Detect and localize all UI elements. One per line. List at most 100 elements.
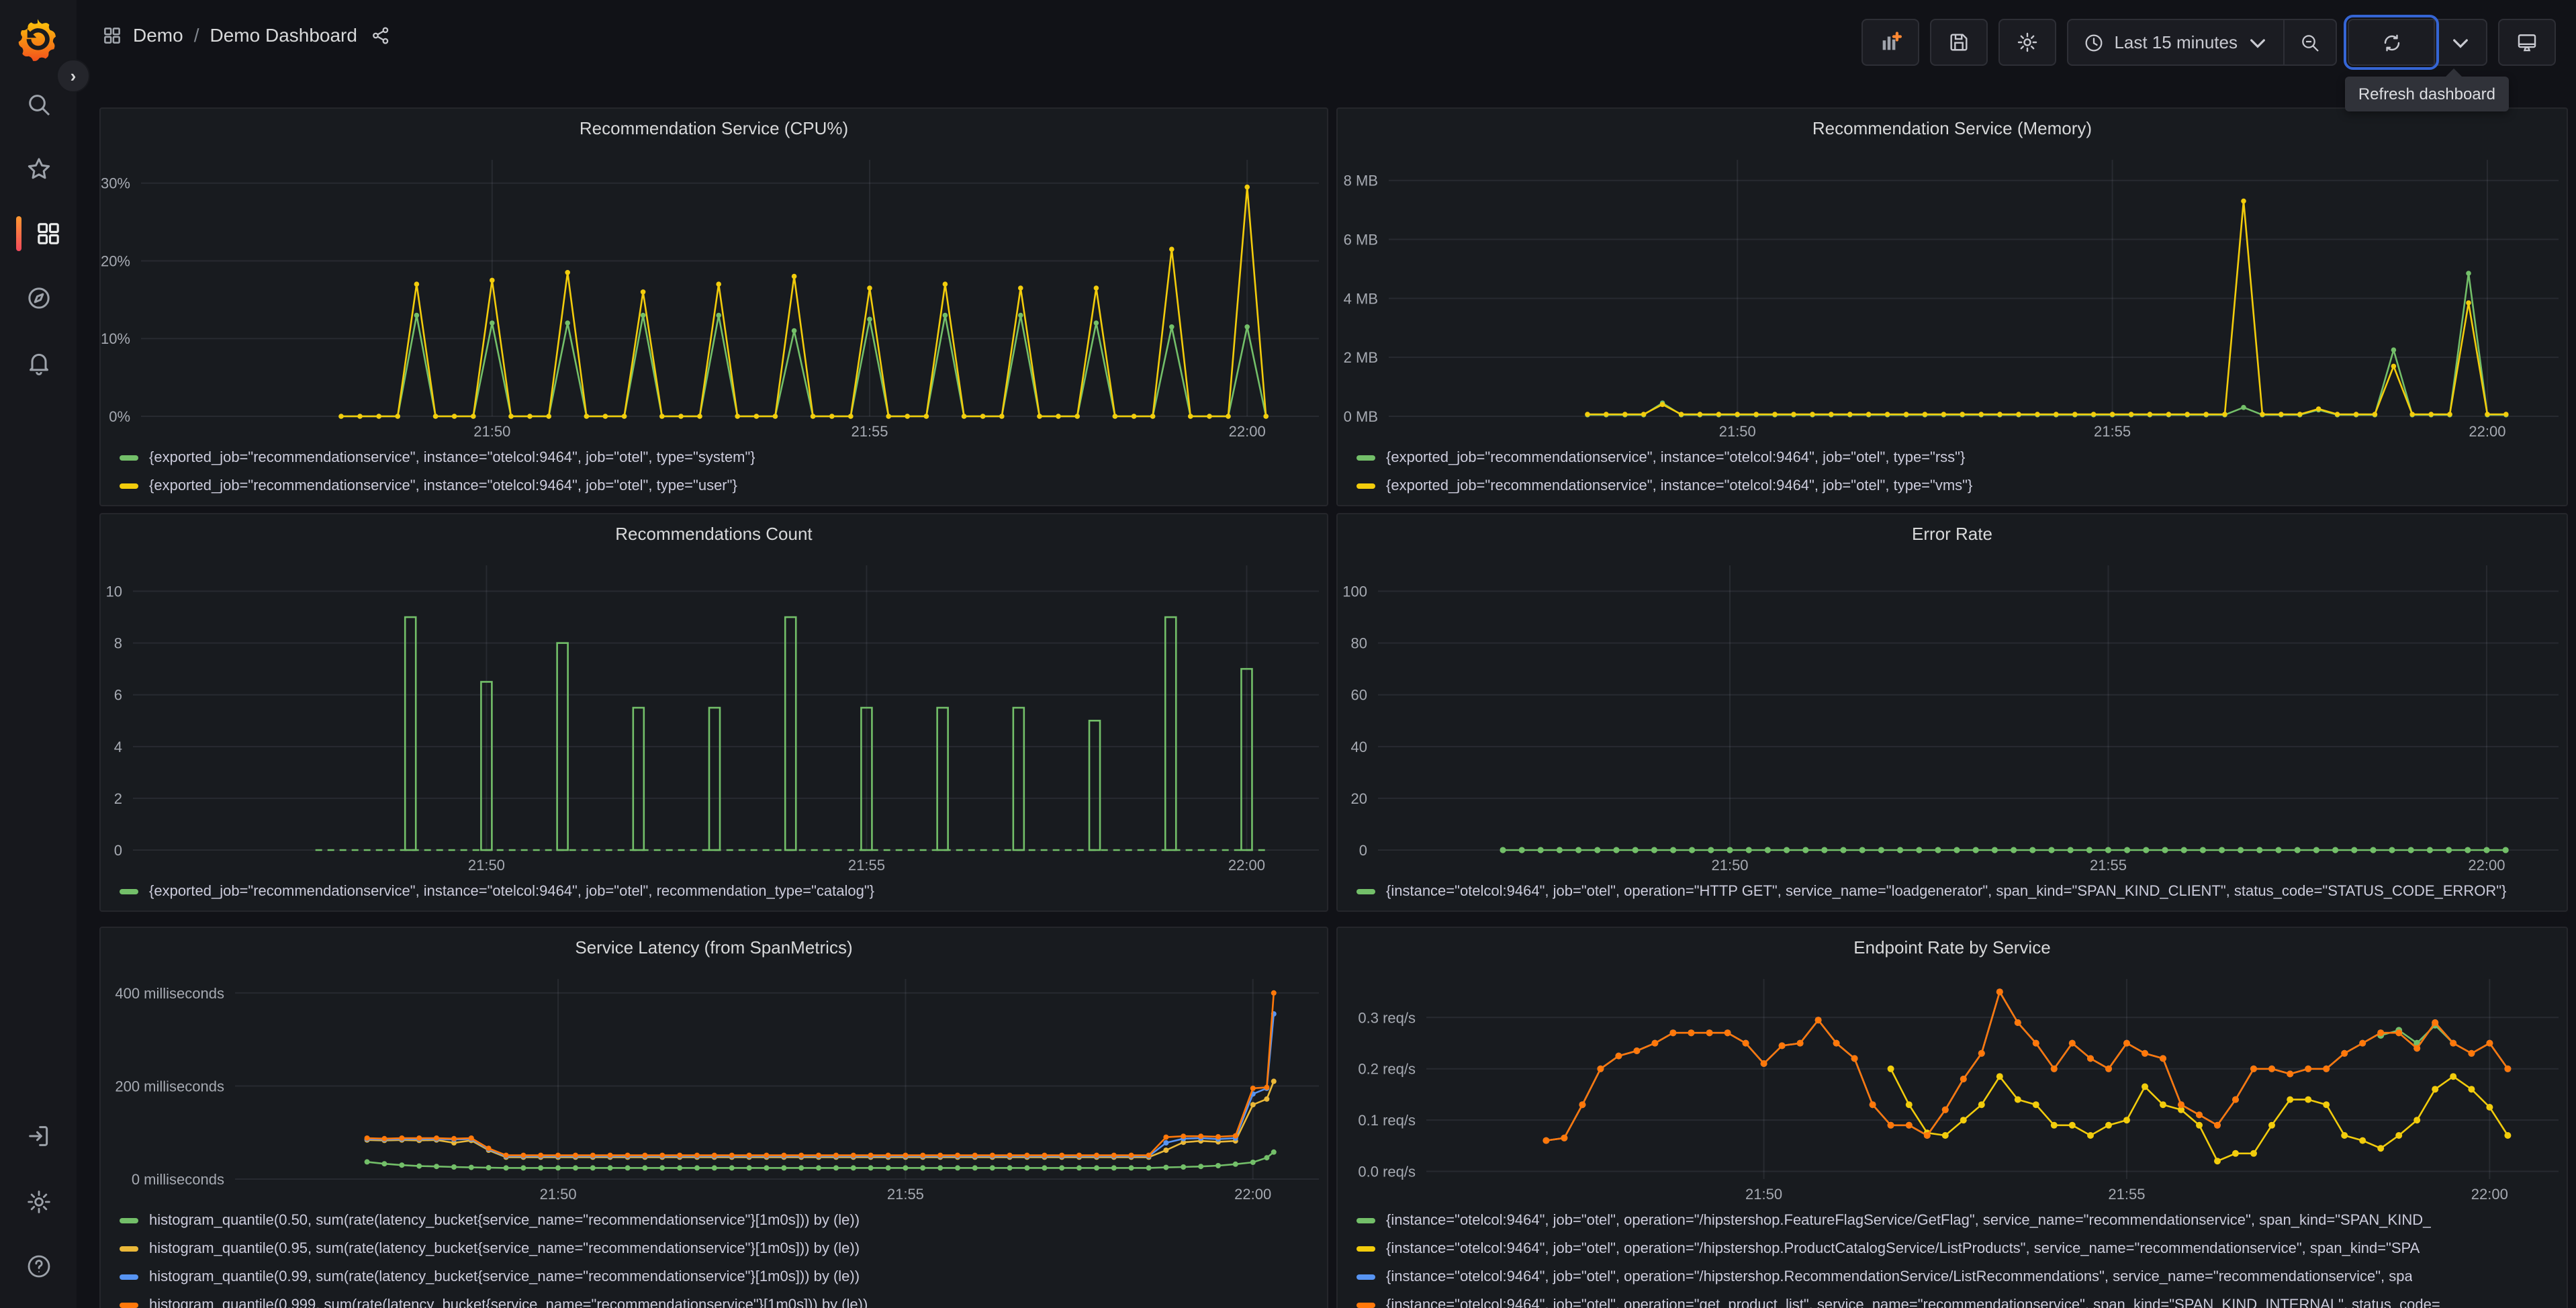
refresh-interval-dropdown[interactable]: [2434, 20, 2486, 64]
legend-series-marker: [1356, 1274, 1375, 1279]
legend-item[interactable]: {instance="otelcol:9464", job="otel", op…: [1356, 1234, 2567, 1262]
svg-text:21:55: 21:55: [848, 857, 885, 874]
share-dashboard-icon[interactable]: [371, 25, 391, 45]
legend-series-label: histogram_quantile(0.999, sum(rate(laten…: [149, 1297, 868, 1308]
legend-item[interactable]: histogram_quantile(0.50, sum(rate(latenc…: [120, 1206, 1327, 1234]
svg-text:0 milliseconds: 0 milliseconds: [132, 1171, 224, 1188]
kiosk-mode-button[interactable]: [2498, 19, 2556, 66]
legend-series-marker: [120, 1302, 138, 1307]
sidebar-item-help[interactable]: [0, 1240, 77, 1293]
legend-item[interactable]: histogram_quantile(0.999, sum(rate(laten…: [120, 1291, 1327, 1308]
svg-text:100: 100: [1342, 583, 1367, 600]
panel-title[interactable]: Endpoint Rate by Service: [1338, 928, 2567, 968]
svg-text:0.1 req/s: 0.1 req/s: [1358, 1112, 1416, 1129]
svg-text:400 milliseconds: 400 milliseconds: [115, 985, 224, 1002]
svg-text:0.0 req/s: 0.0 req/s: [1358, 1164, 1416, 1180]
gear-icon: [27, 1190, 50, 1213]
refresh-icon: [2383, 34, 2399, 51]
sidebar-item-starred[interactable]: [0, 142, 77, 196]
legend-item[interactable]: {instance="otelcol:9464", job="otel", op…: [1356, 1291, 2567, 1308]
sign-in-icon: [28, 1126, 48, 1146]
active-indicator-bar: [16, 216, 21, 251]
svg-text:8: 8: [114, 635, 122, 652]
svg-text:21:55: 21:55: [2094, 423, 2131, 440]
legend-item[interactable]: {exported_job="recommendationservice", i…: [1356, 443, 2567, 471]
refresh-tooltip: Refresh dashboard: [2344, 68, 2509, 111]
sidebar-item-dashboards[interactable]: [0, 207, 77, 261]
chevron-down-icon: [2250, 38, 2265, 48]
add-panel-button[interactable]: [1861, 19, 1920, 66]
dashboards-grid-icon: [37, 223, 58, 244]
breadcrumb: Demo / Demo Dashboard: [102, 24, 391, 46]
legend-item[interactable]: {exported_job="recommendationservice", i…: [1356, 471, 2567, 500]
legend-series-label: {instance="otelcol:9464", job="otel", op…: [1386, 1297, 2440, 1308]
chart-canvas[interactable]: 0.0 req/s 0.1 req/s 0.2 req/s 0.3 req/s 21:5…: [1338, 968, 2567, 1206]
grafana-logo[interactable]: [15, 16, 60, 64]
legend-item[interactable]: {exported_job="recommendationservice", i…: [120, 443, 1327, 471]
legend-series-label: {exported_job="recommendationservice", i…: [149, 449, 755, 465]
legend-series-label: {instance="otelcol:9464", job="otel", op…: [1386, 1240, 2420, 1256]
legend-series-label: {exported_job="recommendationservice", i…: [1386, 449, 1966, 465]
monitor-icon: [2518, 34, 2536, 52]
svg-text:21:50: 21:50: [1719, 423, 1756, 440]
chart-canvas[interactable]: 0 2 4 6 8 10 21:50 21:55 22:00: [101, 555, 1327, 877]
svg-text:0: 0: [114, 842, 122, 859]
top-nav: Demo / Demo Dashboard Last 15 minutes Re…: [77, 0, 2576, 111]
save-dashboard-button[interactable]: [1930, 19, 1988, 66]
svg-text:4: 4: [114, 739, 122, 755]
chart-canvas[interactable]: 0 milliseconds 200 milliseconds 400 millis…: [101, 968, 1327, 1206]
sidebar-item-settings[interactable]: [0, 1175, 77, 1229]
panel: Recommendation Service (Memory) 0 MB 2 MB 4…: [1336, 107, 2568, 506]
sidebar-item-alerting[interactable]: [0, 336, 77, 389]
svg-text:21:50: 21:50: [1745, 1186, 1782, 1203]
sidebar-item-sign-in[interactable]: [0, 1109, 77, 1163]
gear-icon: [2018, 32, 2037, 52]
sidebar-item-explore[interactable]: [0, 271, 77, 325]
dashboard-grid-icon: [102, 25, 122, 45]
panel-title[interactable]: Service Latency (from SpanMetrics): [101, 928, 1327, 968]
legend-series-marker: [120, 1274, 138, 1279]
legend-series-marker: [1356, 1302, 1375, 1307]
panel-legend: {exported_job="recommendationservice", i…: [101, 877, 1327, 910]
zoom-out-icon: [2302, 34, 2319, 51]
legend-series-label: {exported_job="recommendationservice", i…: [149, 883, 875, 899]
legend-item[interactable]: {instance="otelcol:9464", job="otel", op…: [1356, 1262, 2567, 1291]
grafana-dashboard-app: › Demo / Demo Dashboard Last 15 minutes …: [0, 0, 2576, 1308]
breadcrumb-dashboard[interactable]: Demo Dashboard: [210, 24, 357, 46]
chart-canvas[interactable]: 0 MB 2 MB 4 MB 6 MB 8 MB 21:50 21:55 22:00: [1338, 149, 2567, 443]
save-icon: [1950, 34, 1968, 51]
legend-item[interactable]: {instance="otelcol:9464", job="otel", op…: [1356, 1206, 2567, 1234]
dashboard-settings-button[interactable]: [1998, 19, 2057, 66]
chevron-down-icon: [2453, 38, 2468, 48]
panel-title[interactable]: Recommendations Count: [101, 514, 1327, 555]
svg-text:8 MB: 8 MB: [1344, 173, 1378, 189]
legend-item[interactable]: histogram_quantile(0.95, sum(rate(latenc…: [120, 1234, 1327, 1262]
svg-text:21:55: 21:55: [2090, 857, 2127, 874]
zoom-out-button[interactable]: [2283, 20, 2336, 64]
expand-menu-icon[interactable]: ›: [56, 59, 90, 93]
legend-item[interactable]: {exported_job="recommendationservice", i…: [120, 471, 1327, 500]
panel-legend: {instance="otelcol:9464", job="otel", op…: [1338, 877, 2567, 910]
panel-title[interactable]: Error Rate: [1338, 514, 2567, 555]
refresh-dashboard-button[interactable]: [2344, 15, 2439, 70]
svg-text:0: 0: [1359, 842, 1367, 859]
legend-series-label: {instance="otelcol:9464", job="otel", op…: [1386, 883, 2507, 899]
search-icon: [28, 95, 50, 116]
sidebar: ›: [0, 0, 90, 1308]
chart-canvas[interactable]: 0 20 40 60 80 100 21:50 21:55 22:00: [1338, 555, 2567, 877]
legend-item[interactable]: histogram_quantile(0.99, sum(rate(latenc…: [120, 1262, 1327, 1291]
panel-title[interactable]: Recommendation Service (Memory): [1338, 109, 2567, 149]
dashboard-toolbar: Last 15 minutes: [1861, 15, 2556, 70]
svg-text:0.3 req/s: 0.3 req/s: [1358, 1009, 1416, 1026]
panel-legend: {instance="otelcol:9464", job="otel", op…: [1338, 1206, 2567, 1308]
panel-title[interactable]: Recommendation Service (CPU%): [101, 109, 1327, 149]
legend-item[interactable]: {instance="otelcol:9464", job="otel", op…: [1356, 877, 2567, 905]
breadcrumb-folder[interactable]: Demo: [133, 24, 183, 46]
svg-text:22:00: 22:00: [1228, 857, 1265, 874]
svg-text:21:50: 21:50: [1711, 857, 1748, 874]
legend-item[interactable]: {exported_job="recommendationservice", i…: [120, 877, 1327, 905]
panel: Endpoint Rate by Service 0.0 req/s 0.1 req…: [1336, 927, 2568, 1308]
time-range-picker[interactable]: Last 15 minutes: [2068, 20, 2283, 64]
star-icon: [27, 158, 50, 179]
chart-canvas[interactable]: 0% 10% 20% 30% 21:50 21:55 22:00: [101, 149, 1327, 443]
